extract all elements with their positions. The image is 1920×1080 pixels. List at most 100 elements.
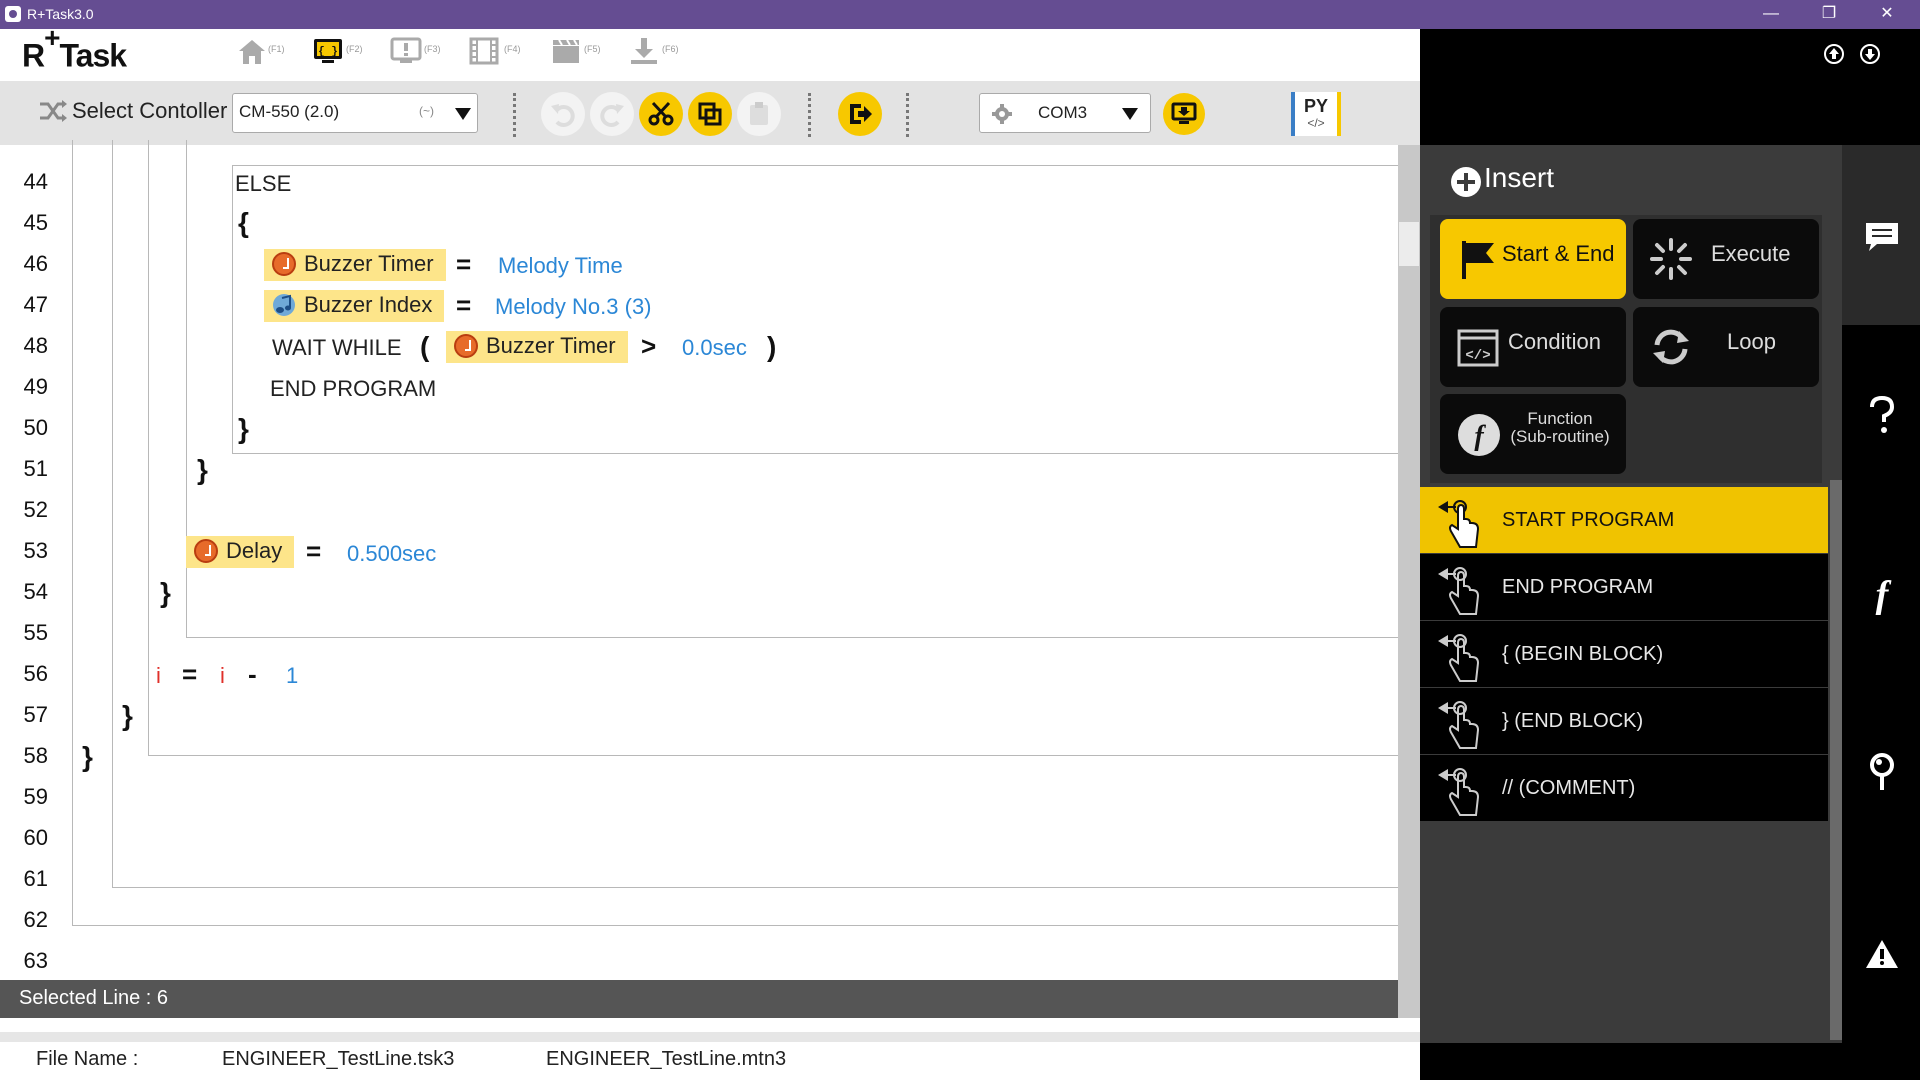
- close-paren: ): [767, 331, 777, 362]
- redo-button[interactable]: [590, 92, 634, 136]
- minus-operator: -: [248, 659, 257, 689]
- category-label: Condition: [1508, 329, 1601, 354]
- task-code-icon[interactable]: { }: [312, 36, 344, 66]
- download-to-controller-button[interactable]: [1163, 93, 1205, 135]
- fkey-label: (F1): [268, 44, 285, 54]
- category-label: Loop: [1727, 329, 1776, 354]
- music-note-icon: [273, 294, 295, 316]
- fkey-label: (F6): [662, 44, 679, 54]
- restore-button[interactable]: ❐: [1806, 0, 1852, 29]
- copy-icon: [698, 102, 722, 126]
- warning-icon[interactable]: [1864, 938, 1900, 970]
- monitor-icon[interactable]: [390, 36, 422, 66]
- category-loop[interactable]: Loop: [1633, 307, 1819, 387]
- toolbar-divider: [808, 93, 812, 137]
- melody-time-value[interactable]: Melody Time: [498, 253, 623, 279]
- help-question-icon[interactable]: [1866, 395, 1898, 435]
- close-brace[interactable]: }: [197, 454, 208, 486]
- line-number-gutter: 44 45 46 47 48 49 50 51 52 53 54 55 56 5…: [0, 145, 58, 981]
- close-brace[interactable]: }: [238, 413, 249, 445]
- command-end-block[interactable]: } (END BLOCK): [1420, 688, 1828, 754]
- code-line-48[interactable]: Buzzer Timer: [446, 331, 628, 364]
- category-start-end[interactable]: Start & End: [1440, 219, 1626, 299]
- command-comment[interactable]: // (COMMENT): [1420, 755, 1828, 821]
- close-brace[interactable]: }: [160, 577, 171, 609]
- svg-text:{ }: { }: [318, 46, 338, 58]
- assign-operator: =: [456, 290, 472, 320]
- command-end-program[interactable]: END PROGRAM: [1420, 554, 1828, 620]
- export-button[interactable]: [838, 92, 882, 136]
- constant-one[interactable]: 1: [286, 663, 298, 689]
- copy-button[interactable]: [688, 92, 732, 136]
- line-number: 46: [23, 251, 48, 276]
- fkey-label: (F4): [504, 44, 521, 54]
- download-circle-icon[interactable]: [1859, 43, 1881, 65]
- window-title: R+Task3.0: [27, 6, 94, 22]
- line-number: 63: [23, 948, 48, 973]
- category-label: Start & End: [1502, 241, 1615, 266]
- command-label: END PROGRAM: [1502, 576, 1654, 598]
- insert-panel-scrollbar[interactable]: [1830, 480, 1842, 1040]
- download-icon[interactable]: [628, 36, 660, 66]
- category-function[interactable]: f Function (Sub-routine): [1440, 394, 1626, 474]
- loop-icon: [1653, 329, 1689, 365]
- line-number: 60: [23, 825, 48, 850]
- wait-while-keyword[interactable]: WAIT WHILE: [272, 335, 402, 361]
- undo-button[interactable]: [541, 92, 585, 136]
- delay-var[interactable]: Delay: [186, 536, 295, 568]
- comment-icon[interactable]: [1863, 220, 1901, 254]
- command-start-program[interactable]: START PROGRAM: [1420, 487, 1828, 553]
- monitor-download-icon: [1171, 102, 1197, 124]
- close-brace[interactable]: }: [122, 700, 133, 732]
- controller-select[interactable]: CM-550 (2.0) (~): [232, 93, 478, 133]
- scissors-icon: [648, 101, 674, 126]
- buzzer-timer-var[interactable]: Buzzer Timer: [264, 249, 446, 281]
- code-line-47[interactable]: Buzzer Index: [264, 290, 445, 323]
- selected-line-text: Selected Line : 6: [19, 987, 168, 1009]
- py-label: PY: [1303, 96, 1328, 116]
- file-bar: File Name : ENGINEER_TestLine.tsk3 ENGIN…: [0, 1032, 1420, 1080]
- close-brace[interactable]: }: [82, 741, 93, 773]
- else-keyword[interactable]: ELSE: [235, 171, 291, 197]
- buzzer-index-var[interactable]: Buzzer Index: [264, 290, 445, 322]
- melody-number-value[interactable]: Melody No.3 (3): [495, 294, 652, 320]
- code-line-46[interactable]: Buzzer Timer: [264, 249, 446, 282]
- motion-file-name: ENGINEER_TestLine.mtn3: [546, 1048, 787, 1070]
- close-button[interactable]: ✕: [1864, 0, 1910, 29]
- command-begin-block[interactable]: { (BEGIN BLOCK): [1420, 621, 1828, 687]
- line-number: 49: [23, 374, 48, 399]
- cut-button[interactable]: [639, 92, 683, 136]
- line-number: 62: [23, 907, 48, 932]
- category-execute[interactable]: Execute: [1633, 219, 1819, 299]
- port-select[interactable]: COM3: [979, 93, 1151, 133]
- python-button[interactable]: PY </>: [1291, 92, 1341, 136]
- variable-i[interactable]: i: [220, 663, 225, 689]
- editor-scrollbar[interactable]: [1398, 145, 1420, 1018]
- zero-sec-value[interactable]: 0.0sec: [682, 335, 747, 361]
- function-f-icon[interactable]: f: [1866, 575, 1898, 615]
- upload-circle-icon[interactable]: [1823, 43, 1845, 65]
- chevron-down-icon: [455, 108, 471, 120]
- command-label: { (BEGIN BLOCK): [1502, 643, 1664, 665]
- scrollbar-thumb[interactable]: [1399, 222, 1419, 266]
- open-brace[interactable]: {: [238, 207, 249, 239]
- category-label: Execute: [1711, 241, 1791, 266]
- end-program-statement[interactable]: END PROGRAM: [270, 376, 436, 402]
- buzzer-timer-var[interactable]: Buzzer Timer: [446, 331, 628, 363]
- clapper-icon[interactable]: [550, 36, 582, 66]
- variable-i[interactable]: i: [156, 663, 161, 689]
- paste-button[interactable]: [737, 92, 781, 136]
- line-number: 52: [23, 497, 48, 522]
- line-number: 50: [23, 415, 48, 440]
- home-icon[interactable]: [236, 36, 268, 66]
- category-condition[interactable]: </> Condition: [1440, 307, 1626, 387]
- toolbar-divider: [906, 93, 910, 137]
- minimize-button[interactable]: —: [1748, 0, 1794, 29]
- delay-value[interactable]: 0.500sec: [347, 541, 436, 567]
- assign-operator: =: [182, 659, 198, 689]
- code-editor[interactable]: ELSE { Buzzer Timer = Melody Time Buzzer…: [58, 140, 1398, 981]
- assign-operator: =: [306, 536, 322, 566]
- code-line-53[interactable]: Delay: [186, 536, 295, 569]
- search-pin-icon[interactable]: [1866, 752, 1898, 794]
- motion-film-icon[interactable]: [468, 36, 500, 66]
